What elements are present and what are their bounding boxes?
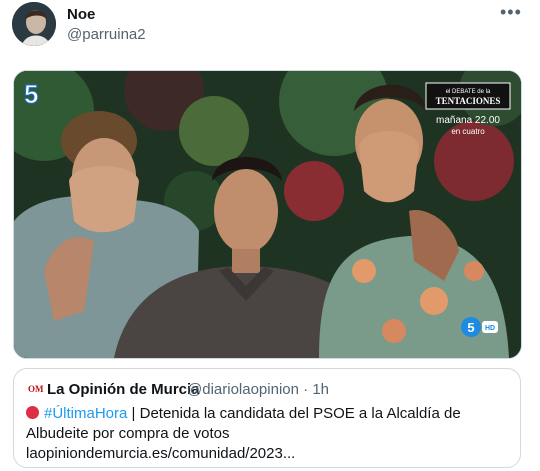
quoted-text: #ÚltimaHora | Detenida la candidata del … (26, 404, 514, 464)
hashtag-bar: | (131, 405, 136, 422)
user-handle[interactable]: @parruina2 (67, 26, 146, 43)
tweet-image[interactable]: 5 el DEBATE de la TENTACIONES mañana 22.… (13, 70, 522, 359)
tweet-header: Noe @parruina2 ••• (0, 0, 540, 60)
avatar[interactable] (12, 2, 56, 46)
display-name[interactable]: Noe (67, 6, 95, 23)
quoted-handle[interactable]: @diariolaopinion (187, 381, 299, 398)
channel-logo: 5 (24, 79, 38, 109)
corner-badge: HD (485, 325, 495, 332)
overlay-line2: TENTACIONES (436, 96, 501, 106)
quoted-link[interactable]: laopiniondemurcia.es/comunidad/2023... (26, 445, 295, 462)
overlay-line1: el DEBATE de la (446, 89, 491, 95)
quoted-avatar-logo[interactable]: OM (28, 384, 44, 394)
overlay-line4: en cuatro (451, 127, 485, 136)
more-dots-icon[interactable]: ••• (500, 2, 522, 23)
corner-logo: 5 (467, 320, 474, 335)
quoted-meta: @diariolaopinion · 1h (187, 381, 329, 398)
overlay-line3: mañana 22.00 (436, 115, 500, 126)
quoted-separator: · (303, 381, 309, 398)
red-circle-icon (26, 406, 39, 419)
hashtag-link[interactable]: #ÚltimaHora (44, 405, 127, 422)
quoted-tweet[interactable]: OM La Opinión de Murcia @diariolaopinion… (13, 368, 521, 468)
quoted-display-name[interactable]: La Opinión de Murcia (47, 381, 200, 398)
quoted-time[interactable]: 1h (312, 381, 329, 398)
